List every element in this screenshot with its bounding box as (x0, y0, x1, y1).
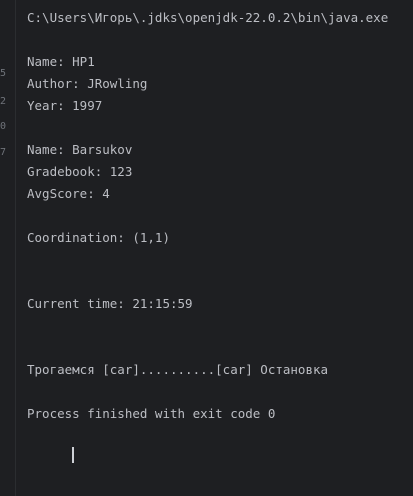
text-cursor (72, 446, 75, 463)
console-command-line: C:\Users\Игорь\.jdks\openjdk-22.0.2\bin\… (27, 10, 389, 25)
current-time-line: Current time: 21:15:59 (27, 296, 193, 311)
book-name-line: Name: HP1 (27, 54, 95, 69)
car-trip-line: Трогаемся [car]..........[car] Остановка (27, 362, 329, 377)
student-avgscore-line: AvgScore: 4 (27, 186, 110, 201)
gutter-glyph: 0 (0, 121, 7, 132)
gutter-glyph: 7 (0, 147, 7, 158)
run-console-window: 5 2 0 7 C:\Users\Игорь\.jdks\openjdk-22.… (0, 0, 413, 496)
book-year-line: Year: 1997 (27, 98, 103, 113)
gutter-glyph: 2 (0, 96, 7, 107)
console-gutter: 5 2 0 7 (0, 0, 16, 496)
book-author-line: Author: JRowling (27, 76, 148, 91)
gutter-glyph: 5 (0, 68, 7, 79)
input-line[interactable] (27, 427, 413, 463)
coordination-line: Coordination: (1,1) (27, 230, 170, 245)
student-gradebook-line: Gradebook: 123 (27, 164, 133, 179)
student-name-line: Name: Barsukov (27, 142, 133, 157)
console-output[interactable]: C:\Users\Игорь\.jdks\openjdk-22.0.2\bin\… (27, 9, 413, 463)
process-finished-line: Process finished with exit code 0 (27, 406, 276, 421)
